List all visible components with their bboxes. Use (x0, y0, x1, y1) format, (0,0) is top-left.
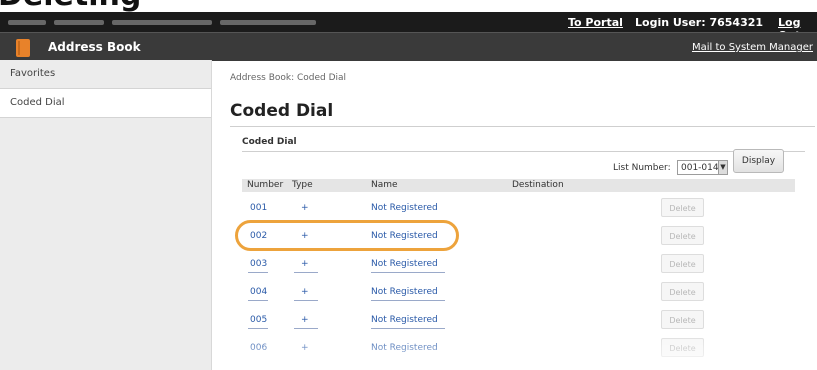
app-header: Address Book Mail to System Manager (0, 32, 817, 61)
row-name-link[interactable]: Not Registered (371, 203, 438, 213)
title-divider (230, 126, 815, 127)
row-number-link[interactable]: 001 (250, 203, 267, 213)
row-number-link[interactable]: 004 (250, 287, 267, 297)
column-header-name: Name (371, 180, 398, 190)
row-type-link[interactable]: + (301, 343, 309, 353)
column-header-type: Type (292, 180, 313, 190)
column-header-destination: Destination (512, 180, 564, 190)
to-portal-link[interactable]: To Portal (568, 16, 623, 29)
link-underline (294, 328, 318, 329)
breadcrumb: Address Book: Coded Dial (230, 73, 347, 83)
row-type-link[interactable]: + (301, 287, 309, 297)
link-underline (248, 272, 268, 273)
sidebar: Favorites Coded Dial (0, 60, 212, 370)
row-name-link[interactable]: Not Registered (371, 287, 438, 297)
row-number-link[interactable]: 003 (250, 259, 267, 269)
mail-to-system-manager-link[interactable]: Mail to System Manager (692, 42, 813, 53)
page-heading-fragment: Deleting (0, 0, 817, 12)
page-title: Coded Dial (230, 101, 334, 121)
table-row: 003 + Not Registered Delete (242, 250, 795, 278)
display-button[interactable]: Display (733, 149, 784, 173)
chevron-down-icon[interactable]: ▼ (718, 160, 728, 175)
row-name-link[interactable]: Not Registered (371, 315, 438, 325)
row-type-link[interactable]: + (301, 259, 309, 269)
app-title: Address Book (48, 40, 141, 54)
delete-button[interactable]: Delete (661, 254, 704, 273)
link-underline (248, 300, 268, 301)
section-title: Coded Dial (242, 137, 297, 147)
list-number-label: List Number: (613, 163, 671, 173)
login-user-label: Login User: 7654321 (635, 16, 764, 29)
address-book-icon (16, 39, 30, 57)
sidebar-item-label: Favorites (10, 68, 56, 79)
link-underline (294, 300, 318, 301)
link-underline (371, 272, 445, 273)
row-name-link[interactable]: Not Registered (371, 343, 438, 353)
table-row: 001 + Not Registered Delete (242, 194, 795, 222)
row-name-link[interactable]: Not Registered (371, 259, 438, 269)
table-row: 006 + Not Registered Delete (242, 334, 795, 362)
highlight-callout (235, 220, 459, 251)
browser-top-bar: To Portal Login User: 7654321 Log Out (0, 12, 817, 42)
column-header-number: Number (247, 180, 284, 190)
blurred-url (8, 12, 324, 32)
row-number-link[interactable]: 006 (250, 343, 267, 353)
delete-button[interactable]: Delete (661, 310, 704, 329)
table-header: Number Type Name Destination (242, 179, 795, 192)
link-underline (371, 328, 445, 329)
delete-button[interactable]: Delete (661, 282, 704, 301)
sidebar-item-label: Coded Dial (10, 97, 65, 108)
link-underline (371, 300, 445, 301)
table-row: 004 + Not Registered Delete (242, 278, 795, 306)
delete-button[interactable]: Delete (661, 226, 704, 245)
link-underline (248, 328, 268, 329)
row-type-link[interactable]: + (301, 315, 309, 325)
sidebar-item-favorites[interactable]: Favorites (0, 60, 211, 89)
row-type-link[interactable]: + (301, 203, 309, 213)
row-number-link[interactable]: 005 (250, 315, 267, 325)
list-number-value: 001-014 (681, 163, 719, 173)
table-row: 005 + Not Registered Delete (242, 306, 795, 334)
list-number-select[interactable]: 001-014 ▼ (677, 160, 728, 175)
sidebar-item-coded-dial[interactable]: Coded Dial (0, 89, 211, 118)
delete-button[interactable]: Delete (661, 198, 704, 217)
main-content: Address Book: Coded Dial Coded Dial Code… (212, 60, 817, 370)
section-divider (242, 151, 805, 152)
delete-button[interactable]: Delete (661, 338, 704, 357)
link-underline (294, 272, 318, 273)
